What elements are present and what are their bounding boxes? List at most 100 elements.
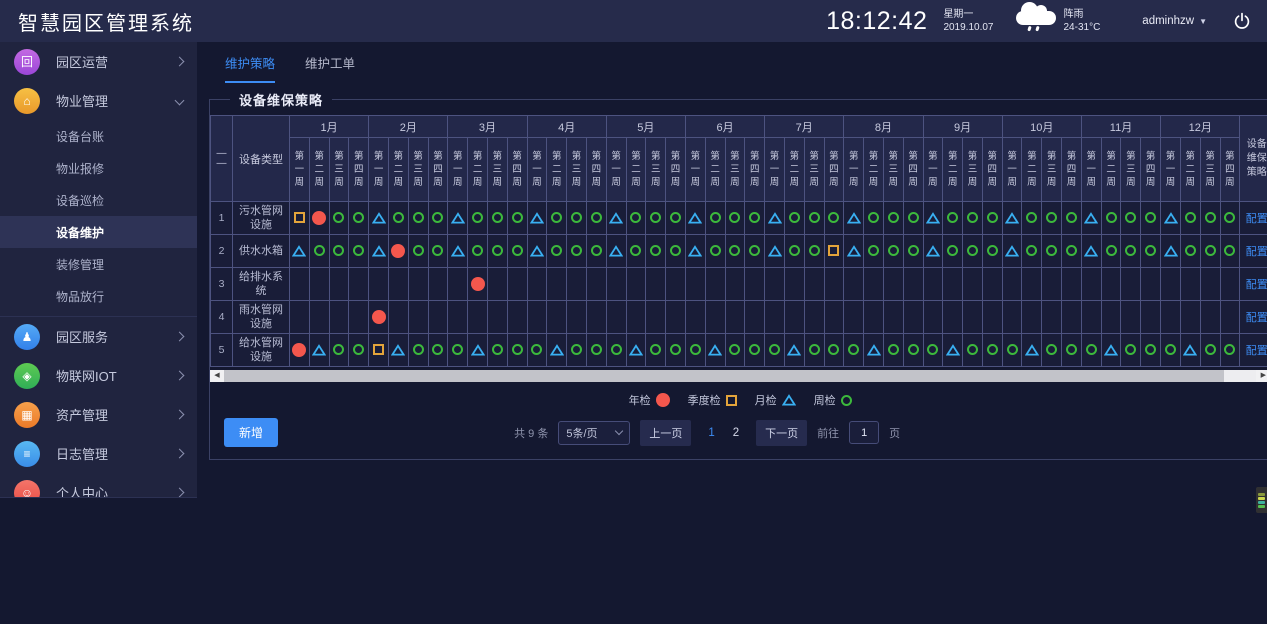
col-header-week-1: 第 一 周 — [685, 138, 705, 202]
schedule-cell — [1121, 334, 1141, 367]
week-check-symbol — [729, 344, 740, 355]
schedule-cell — [1200, 235, 1220, 268]
schedule-cell — [1022, 301, 1042, 334]
schedule-cell — [1180, 334, 1200, 367]
schedule-cell — [527, 235, 547, 268]
configure-link[interactable]: 配置 — [1246, 312, 1267, 324]
week-check-symbol — [690, 344, 701, 355]
schedule-cell — [1200, 268, 1220, 301]
schedule-cell — [1101, 235, 1121, 268]
tab-maintenance-workorder[interactable]: 维护工单 — [305, 53, 355, 83]
schedule-cell — [883, 202, 903, 235]
schedule-cell — [1220, 202, 1240, 235]
week-check-symbol — [1205, 245, 1216, 256]
schedule-cell — [547, 202, 567, 235]
schedule-cell — [824, 202, 844, 235]
col-header-week-2: 第 二 周 — [1101, 138, 1121, 202]
sidebar-subitem[interactable]: 物业报修 — [0, 152, 197, 184]
sidebar-subitem-label: 物品放行 — [56, 288, 104, 305]
schedule-cell — [864, 334, 884, 367]
schedule-cell — [1042, 301, 1062, 334]
schedule-cell — [725, 334, 745, 367]
col-header-week-2: 第 二 周 — [864, 138, 884, 202]
floating-widget[interactable] — [1256, 487, 1267, 513]
sidebar-subitem[interactable]: 设备维护 — [0, 216, 197, 248]
schedule-cell — [982, 202, 1002, 235]
configure-link[interactable]: 配置 — [1246, 246, 1267, 258]
power-button[interactable] — [1233, 12, 1251, 30]
schedule-cell — [943, 202, 963, 235]
add-button[interactable]: 新增 — [224, 418, 278, 447]
month-check-symbol — [768, 212, 782, 224]
goto-page-input[interactable] — [849, 421, 879, 444]
sidebar-subitem[interactable]: 设备巡检 — [0, 184, 197, 216]
schedule-cell — [1101, 268, 1121, 301]
next-page-button[interactable]: 下一页 — [756, 420, 807, 446]
configure-link[interactable]: 配置 — [1246, 213, 1267, 225]
schedule-cell — [804, 202, 824, 235]
month-check-symbol — [926, 245, 940, 257]
widget-stripe — [1258, 493, 1265, 496]
sidebar-subitem[interactable]: 物品放行 — [0, 280, 197, 312]
sidebar-subitem[interactable]: 装修管理 — [0, 248, 197, 280]
widget-stripe — [1258, 505, 1265, 508]
sidebar-item-asset-mgmt[interactable]: ▦资产管理 — [0, 395, 197, 434]
sidebar-item-log-mgmt[interactable]: ≡日志管理 — [0, 434, 197, 473]
schedule-cell — [1042, 235, 1062, 268]
schedule-cell — [290, 235, 310, 268]
schedule-cell — [784, 268, 804, 301]
schedule-cell — [1200, 202, 1220, 235]
week-check-symbol — [1205, 344, 1216, 355]
scroll-left-button[interactable]: ◀ — [210, 370, 224, 382]
sidebar-item-park-service[interactable]: ♟园区服务 — [0, 317, 197, 356]
week-check-symbol — [1185, 212, 1196, 223]
annual-check-symbol — [391, 244, 405, 258]
sidebar-subitem[interactable]: 设备台账 — [0, 120, 197, 152]
sidebar-item-iot[interactable]: ◈物联网IOT — [0, 356, 197, 395]
symbol-legend: 年检季度检月检周检 — [210, 382, 1267, 410]
month-check-symbol — [1183, 344, 1197, 356]
device-type-cell: 给排水系统 — [233, 268, 290, 301]
sidebar-subitem-label: 设备巡检 — [56, 192, 104, 209]
week-check-symbol — [333, 212, 344, 223]
page-size-select[interactable]: 5条/页 — [558, 421, 630, 445]
schedule-cell — [1200, 301, 1220, 334]
row-index: 4 — [211, 301, 233, 334]
schedule-cell — [1081, 301, 1101, 334]
prev-page-button[interactable]: 上一页 — [640, 420, 691, 446]
schedule-cell — [487, 235, 507, 268]
table-row: 1污水管网设施配置 — [211, 202, 1267, 235]
sidebar-item-personal-center[interactable]: ☺个人中心 — [0, 473, 197, 498]
page-button-2[interactable]: 2 — [726, 423, 746, 443]
username-label: adminhzw — [1142, 15, 1194, 27]
scrollbar-thumb[interactable] — [224, 370, 1224, 382]
schedule-cell — [448, 334, 468, 367]
schedule-cell — [1101, 202, 1121, 235]
sidebar-item-property-mgmt[interactable]: ⌂物业管理 — [0, 81, 197, 120]
col-header-week-4: 第 四 周 — [745, 138, 765, 202]
week-check-symbol — [1205, 212, 1216, 223]
configure-link[interactable]: 配置 — [1246, 279, 1267, 291]
week-check-symbol — [888, 212, 899, 223]
chevron-right-icon — [175, 449, 185, 459]
schedule-cell — [1022, 268, 1042, 301]
col-header-week-4: 第 四 周 — [507, 138, 527, 202]
schedule-cell — [547, 268, 567, 301]
schedule-cell — [963, 268, 983, 301]
month-check-symbol — [847, 245, 861, 257]
weather-label: 阵雨 — [1064, 8, 1101, 21]
week-check-symbol — [670, 245, 681, 256]
col-header-week-2: 第 二 周 — [1180, 138, 1200, 202]
col-header-week-3: 第 三 周 — [329, 138, 349, 202]
scroll-right-button[interactable]: ▶ — [1256, 370, 1267, 382]
configure-link[interactable]: 配置 — [1246, 345, 1267, 357]
scrollbar-track[interactable] — [1224, 370, 1256, 382]
user-menu[interactable]: adminhzw ▼ — [1142, 15, 1207, 27]
weekday-label: 星期一 — [943, 8, 993, 21]
page-button-1[interactable]: 1 — [701, 423, 721, 443]
tab-maintenance-strategy[interactable]: 维护策略 — [225, 53, 275, 83]
schedule-cell — [1220, 334, 1240, 367]
sidebar-item-park-operation[interactable]: 回园区运营 — [0, 42, 197, 81]
month-check-symbol — [451, 245, 465, 257]
schedule-cell — [685, 301, 705, 334]
